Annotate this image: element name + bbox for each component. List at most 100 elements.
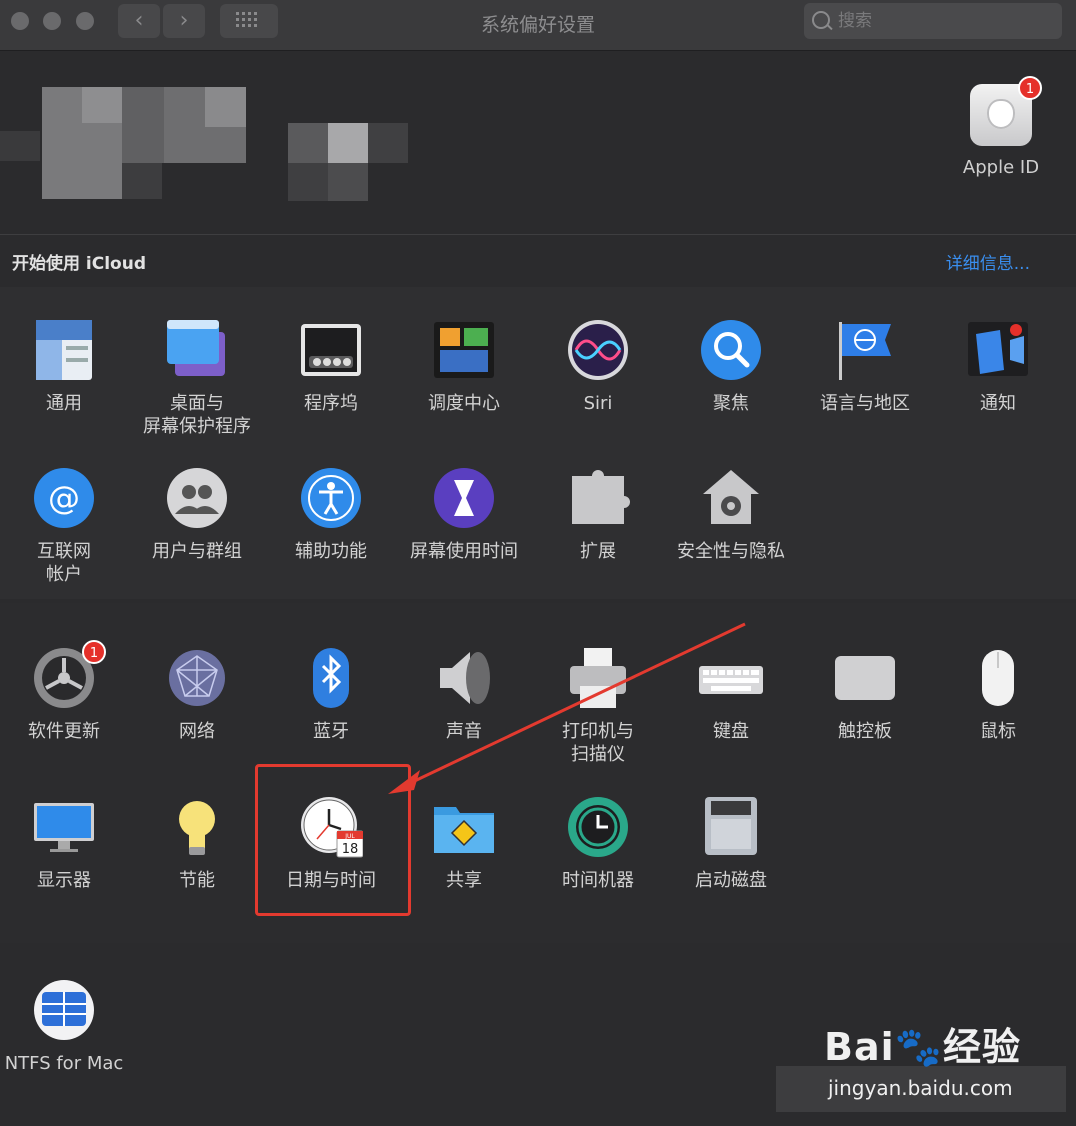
pane-mission-control[interactable]: 调度中心 bbox=[398, 318, 530, 415]
internet-accounts-icon: @ bbox=[32, 466, 96, 530]
watermark-site: jingyan.baidu.com bbox=[828, 1076, 1013, 1100]
pane-label: 用户与群组 bbox=[152, 541, 242, 562]
bluetooth-icon bbox=[299, 646, 363, 710]
baidu-watermark: Bai🐾经验 jingyan.baidu.com bbox=[776, 1010, 1066, 1115]
pane-sound[interactable]: 声音 bbox=[398, 646, 530, 743]
pane-label: 蓝牙 bbox=[313, 721, 349, 742]
title-bar: ‹ › 系统偏好设置 bbox=[0, 0, 1076, 51]
accessibility-icon bbox=[299, 466, 363, 530]
pane-displays[interactable]: 显示器 bbox=[0, 795, 130, 892]
mouse-icon bbox=[966, 646, 1030, 710]
pane-label: 触控板 bbox=[838, 721, 892, 742]
pane-label: 扩展 bbox=[580, 541, 616, 562]
pane-accessibility[interactable]: 辅助功能 bbox=[265, 466, 397, 563]
apple-id-label: Apple ID bbox=[962, 157, 1040, 178]
pane-label: 鼠标 bbox=[980, 721, 1016, 742]
trackpad-icon bbox=[833, 646, 897, 710]
pane-network[interactable]: 网络 bbox=[131, 646, 263, 743]
search-field[interactable] bbox=[804, 3, 1062, 39]
search-icon bbox=[812, 11, 830, 29]
pane-label: 安全性与隐私 bbox=[677, 541, 785, 562]
apple-id-button[interactable]: 1 bbox=[970, 76, 1042, 146]
extensions-icon bbox=[566, 466, 630, 530]
pane-label: 屏幕使用时间 bbox=[410, 541, 518, 562]
pane-label: 共享 bbox=[446, 870, 482, 891]
pane-dock[interactable]: 程序坞 bbox=[265, 318, 397, 415]
spotlight-icon bbox=[699, 318, 763, 382]
software-update-badge: 1 bbox=[82, 640, 106, 664]
screen-time-icon bbox=[432, 466, 496, 530]
pane-label: Siri bbox=[583, 393, 613, 414]
pane-trackpad[interactable]: 触控板 bbox=[799, 646, 931, 743]
divider bbox=[0, 234, 1076, 235]
pane-label: 软件更新 bbox=[28, 721, 100, 742]
keyboard-icon bbox=[699, 646, 763, 710]
pane-language[interactable]: 语言与地区 bbox=[799, 318, 931, 415]
pane-energy[interactable]: 节能 bbox=[131, 795, 263, 892]
pane-siri[interactable]: Siri bbox=[532, 318, 664, 415]
printer-scanner-icon bbox=[566, 646, 630, 710]
pane-general[interactable]: 通用 bbox=[0, 318, 130, 415]
desktop-screensaver-icon bbox=[165, 318, 229, 382]
pane-label: 语言与地区 bbox=[820, 393, 910, 414]
pane-label: 时间机器 bbox=[562, 870, 634, 891]
account-header bbox=[0, 51, 1076, 233]
notifications-icon bbox=[966, 318, 1030, 382]
pane-label: 网络 bbox=[179, 721, 215, 742]
pane-label: 显示器 bbox=[37, 870, 91, 891]
pane-keyboard[interactable]: 键盘 bbox=[665, 646, 797, 743]
pane-bluetooth[interactable]: 蓝牙 bbox=[265, 646, 397, 743]
pane-label: 通用 bbox=[46, 393, 82, 414]
pane-spotlight[interactable]: 聚焦 bbox=[665, 318, 797, 415]
pane-label: 声音 bbox=[446, 721, 482, 742]
pane-software-update[interactable]: 1 软件更新 bbox=[0, 640, 130, 743]
pane-label: 键盘 bbox=[713, 721, 749, 742]
pane-label: 调度中心 bbox=[428, 393, 500, 414]
pane-internet-accounts[interactable]: @ 互联网 帐户 bbox=[0, 466, 130, 586]
siri-icon bbox=[566, 318, 630, 382]
date-time-highlight-box bbox=[255, 764, 411, 916]
pane-label: 通知 bbox=[980, 393, 1016, 414]
mission-control-icon bbox=[432, 318, 496, 382]
users-groups-icon bbox=[165, 466, 229, 530]
pane-screen-time[interactable]: 屏幕使用时间 bbox=[398, 466, 530, 563]
energy-saver-icon bbox=[165, 795, 229, 859]
dock-icon bbox=[299, 318, 363, 382]
pane-label: 节能 bbox=[179, 870, 215, 891]
sound-icon bbox=[432, 646, 496, 710]
icloud-label: 开始使用 iCloud bbox=[12, 254, 146, 274]
sharing-icon bbox=[432, 795, 496, 859]
pane-security[interactable]: 安全性与隐私 bbox=[665, 466, 797, 563]
time-machine-icon bbox=[566, 795, 630, 859]
pane-label: NTFS for Mac bbox=[4, 1053, 124, 1074]
svg-text:@: @ bbox=[48, 479, 80, 517]
pane-label: 打印机与 扫描仪 bbox=[562, 721, 634, 765]
pane-label: 互联网 帐户 bbox=[37, 541, 91, 585]
ntfs-icon bbox=[32, 978, 96, 1042]
pane-time-machine[interactable]: 时间机器 bbox=[532, 795, 664, 892]
pane-sharing[interactable]: 共享 bbox=[398, 795, 530, 892]
language-region-icon bbox=[833, 318, 897, 382]
search-input[interactable] bbox=[836, 7, 1050, 35]
pane-notifications[interactable]: 通知 bbox=[932, 318, 1064, 415]
display-icon bbox=[32, 795, 96, 859]
icloud-row: 开始使用 iCloud 详细信息... bbox=[0, 236, 1076, 286]
software-update-icon: 1 bbox=[32, 640, 106, 710]
pane-mouse[interactable]: 鼠标 bbox=[932, 646, 1064, 743]
network-icon bbox=[165, 646, 229, 710]
pane-desktop[interactable]: 桌面与 屏幕保护程序 bbox=[131, 318, 263, 438]
apple-logo-icon bbox=[987, 99, 1015, 129]
general-icon bbox=[32, 318, 96, 382]
pane-ntfs[interactable]: NTFS for Mac bbox=[0, 978, 130, 1075]
watermark-brand: Bai🐾经验 bbox=[824, 1025, 1021, 1069]
pane-label: 桌面与 屏幕保护程序 bbox=[143, 393, 251, 437]
pane-users[interactable]: 用户与群组 bbox=[131, 466, 263, 563]
pane-startup-disk[interactable]: 启动磁盘 bbox=[665, 795, 797, 892]
pane-label: 聚焦 bbox=[713, 393, 749, 414]
icloud-details-link[interactable]: 详细信息... bbox=[946, 249, 1030, 274]
apple-id-badge: 1 bbox=[1018, 76, 1042, 100]
pane-label: 启动磁盘 bbox=[695, 870, 767, 891]
pane-extensions[interactable]: 扩展 bbox=[532, 466, 664, 563]
pane-printers[interactable]: 打印机与 扫描仪 bbox=[532, 646, 664, 766]
security-privacy-icon bbox=[699, 466, 763, 530]
